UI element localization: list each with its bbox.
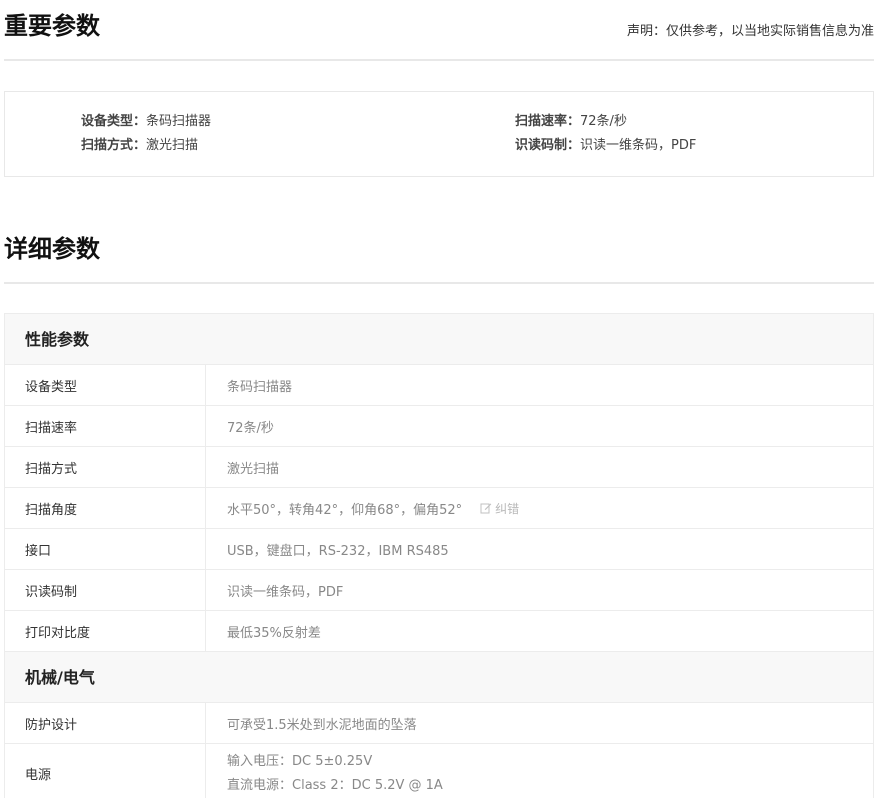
row-value: 水平50°，转角42°，仰角68°，偏角52° — [227, 502, 463, 518]
row-label: 防护设计 — [5, 703, 206, 743]
row-label: 打印对比度 — [5, 611, 206, 651]
row-value-line: 输入电压：DC 5±0.25V — [227, 753, 373, 769]
edit-icon — [480, 503, 492, 514]
detail-params-header: 详细参数 — [4, 233, 874, 284]
row-value-line: 直流电源：Class 2：DC 5.2V @ 1A — [227, 777, 443, 793]
group-header-mechanical: 机械/电气 — [5, 652, 873, 703]
key-param-scan-method: 扫描方式：激光扫描 — [81, 137, 198, 155]
row-value: 可承受1.5米处到水泥地面的坠落 — [227, 717, 417, 733]
row-value: 条码扫描器 — [227, 379, 293, 395]
row-value: 激光扫描 — [227, 461, 280, 477]
row-value: USB，键盘口，RS-232，IBM RS485 — [227, 543, 449, 559]
key-param-scan-rate: 扫描速率：72条/秒 — [515, 113, 627, 131]
table-row: 识读码制 识读一维条码，PDF — [5, 570, 873, 611]
key-param-value: 激光扫描 — [146, 138, 199, 153]
table-row: 扫描方式 激光扫描 — [5, 447, 873, 488]
key-param-label: 识读码制： — [515, 138, 581, 153]
key-param-symbology: 识读码制：识读一维条码，PDF — [515, 137, 696, 155]
key-param-label: 扫描方式： — [81, 138, 147, 153]
detail-params-title: 详细参数 — [4, 235, 100, 263]
row-label: 设备类型 — [5, 365, 206, 405]
table-row: 防护设计 可承受1.5米处到水泥地面的坠落 — [5, 703, 873, 744]
table-row: 设备类型 条码扫描器 — [5, 365, 873, 406]
table-row: 扫描角度 水平50°，转角42°，仰角68°，偏角52° 纠错 — [5, 488, 873, 529]
row-label: 电源 — [5, 744, 206, 798]
row-value: 最低35%反射差 — [227, 625, 321, 641]
group-header-performance: 性能参数 — [5, 314, 873, 365]
table-row: 电源 输入电压：DC 5±0.25V 直流电源：Class 2：DC 5.2V … — [5, 744, 873, 798]
important-params-header: 重要参数 声明：仅供参考，以当地实际销售信息为准 — [4, 10, 874, 61]
key-param-value: 72条/秒 — [580, 114, 627, 129]
row-value: 识读一维条码，PDF — [227, 584, 344, 600]
row-value-cell: 水平50°，转角42°，仰角68°，偏角52° 纠错 — [206, 488, 873, 528]
key-param-label: 设备类型： — [81, 114, 147, 129]
table-row: 接口 USB，键盘口，RS-232，IBM RS485 — [5, 529, 873, 570]
disclaimer-text: 声明：仅供参考，以当地实际销售信息为准 — [626, 24, 874, 39]
row-label: 扫描方式 — [5, 447, 206, 487]
row-label: 扫描角度 — [5, 488, 206, 528]
row-value: 72条/秒 — [227, 420, 274, 436]
table-row: 扫描速率 72条/秒 — [5, 406, 873, 447]
correct-error-label: 纠错 — [495, 501, 520, 516]
correct-error-link[interactable]: 纠错 — [480, 500, 519, 517]
table-row: 打印对比度 最低35%反射差 — [5, 611, 873, 652]
detail-params-table: 性能参数 设备类型 条码扫描器 扫描速率 72条/秒 扫描方式 激光扫描 扫描角… — [4, 313, 874, 798]
key-param-value: 条码扫描器 — [146, 114, 212, 129]
key-param-value: 识读一维条码，PDF — [580, 138, 697, 153]
row-value-multiline: 输入电压：DC 5±0.25V 直流电源：Class 2：DC 5.2V @ 1… — [206, 744, 873, 798]
row-label: 扫描速率 — [5, 406, 206, 446]
important-params-box: 设备类型：条码扫描器 扫描方式：激光扫描 扫描速率：72条/秒 识读码制：识读一… — [4, 91, 874, 177]
row-label: 接口 — [5, 529, 206, 569]
row-label: 识读码制 — [5, 570, 206, 610]
key-param-device-type: 设备类型：条码扫描器 — [81, 113, 211, 131]
key-param-label: 扫描速率： — [515, 114, 581, 129]
